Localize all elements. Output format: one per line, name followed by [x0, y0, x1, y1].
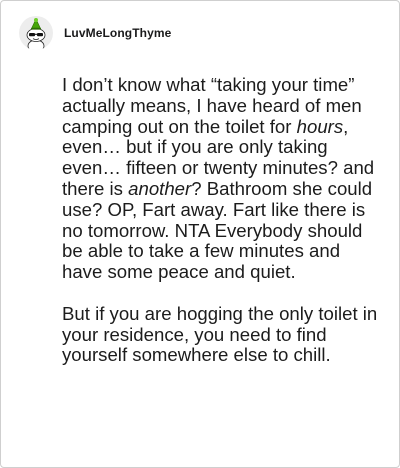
- user-avatar-icon[interactable]: [19, 16, 53, 50]
- comment-paragraph-2: But if you are hogging the only toilet i…: [62, 302, 378, 366]
- comment-author[interactable]: LuvMeLongThyme: [64, 26, 171, 40]
- comment-emphasis: another: [128, 177, 192, 199]
- snoo-avatar-icon: [26, 18, 46, 50]
- comment-header: LuvMeLongThyme: [19, 15, 171, 51]
- comment-body: I don’t know what “taking your time” act…: [62, 74, 382, 366]
- comment-paragraph-1: I don’t know what “taking your time” act…: [62, 74, 382, 283]
- comment-emphasis: hours: [296, 115, 344, 137]
- comment-card: LuvMeLongThyme I don’t know what “taking…: [0, 0, 400, 468]
